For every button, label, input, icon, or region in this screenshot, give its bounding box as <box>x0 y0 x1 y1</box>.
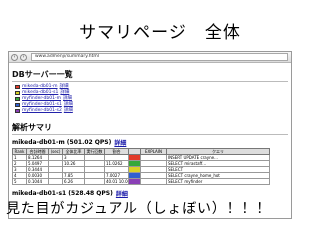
column-header: Rank <box>12 148 27 155</box>
db-list-heading: DBサーバー一覧 <box>12 70 73 79</box>
column-header: 合計時間 <box>26 148 49 155</box>
column-header: 全体比率 <box>62 148 85 155</box>
server-name-link[interactable]: myfinder-db01-s2 <box>22 108 62 114</box>
forward-arrow-icon[interactable]: › <box>20 53 27 61</box>
host-detail-link[interactable]: 詳細 <box>114 138 126 147</box>
back-arrow-icon[interactable]: ‹ <box>11 53 18 61</box>
table-cell: SELECT myfinder <box>166 178 270 185</box>
summary-heading: 解析サマリ <box>12 123 52 132</box>
host-title: mikeda-db01-m (501.02 QPS) <box>12 139 112 146</box>
slide-title: サマリページ 全体 <box>79 23 241 43</box>
table-cell <box>48 178 63 185</box>
column-header: 実行回数 <box>84 148 105 155</box>
table-cell: 5 <box>12 178 27 185</box>
table-cell <box>84 178 105 185</box>
heading-divider <box>12 81 288 82</box>
host-heading: mikeda-db01-s1 (528.48 QPS) 詳細 <box>12 189 288 198</box>
page-content: DBサーバー一覧 mikeda-db01-m 詳細 mikeda-db01-s1… <box>9 63 291 201</box>
table-cell: 0.1044 <box>26 178 49 185</box>
host-detail-link[interactable]: 詳細 <box>116 189 128 198</box>
status-color-icon <box>15 97 20 101</box>
server-item: myfinder-db01-s2 詳細 <box>15 108 288 114</box>
host-heading: mikeda-db01-m (501.02 QPS) 詳細 <box>12 138 288 147</box>
bottom-caption: 見た目がカジュアル（しょぼい）！！！ <box>6 201 271 217</box>
status-color-icon <box>15 103 20 107</box>
server-list: mikeda-db01-m 詳細 mikeda-db01-s1 詳細 myfin… <box>15 84 288 114</box>
column-header: (sec) <box>48 148 63 155</box>
table-cell: 40.01 10.0000 <box>104 178 129 185</box>
browser-window: ‹ › www.admenji/summary.html DBサーバー一覧 mi… <box>8 51 292 219</box>
status-color-icon <box>15 91 20 95</box>
color-swatch-cell <box>128 178 141 185</box>
table-row: 50.1044 6.26 40.01 10.0000 SELECT myfinder <box>12 178 270 185</box>
address-bar[interactable]: www.admenji/summary.html <box>31 53 288 61</box>
query-ranking-table: Rank 合計時間 (sec) 全体比率 実行回数 割合 EXPLAIN クエリ… <box>12 148 270 185</box>
status-color-icon <box>15 109 20 113</box>
table-cell: 6.26 <box>62 178 85 185</box>
status-color-icon <box>15 85 20 89</box>
table-cell <box>140 178 167 185</box>
table-body: 1 8.1264 3 INSERT UPDATE crayne... 2 5.0497 10… <box>12 154 270 185</box>
host-title: mikeda-db01-s1 (528.48 QPS) <box>12 190 113 197</box>
heading-divider <box>12 134 288 135</box>
server-detail-link[interactable]: 詳細 <box>64 108 73 114</box>
browser-toolbar: ‹ › www.admenji/summary.html <box>9 52 291 63</box>
